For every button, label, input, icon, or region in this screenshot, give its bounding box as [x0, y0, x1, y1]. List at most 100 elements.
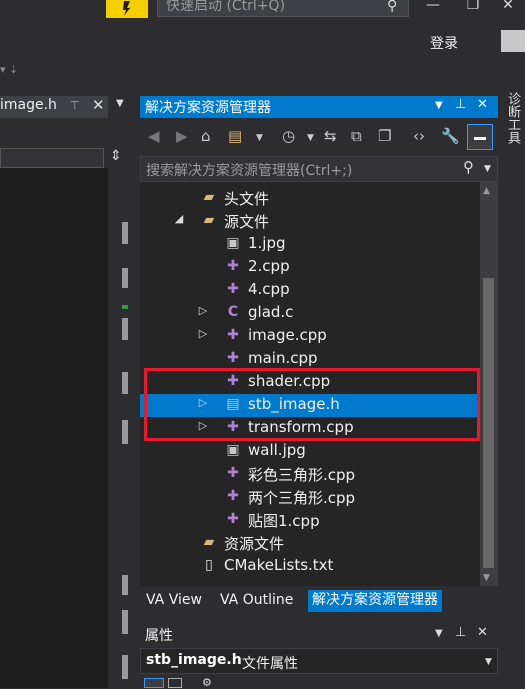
- tree-item-label: CMakeLists.txt: [224, 556, 334, 574]
- scroll-down-icon[interactable]: ▼: [483, 573, 490, 583]
- pin-icon[interactable]: ⊥: [455, 625, 466, 640]
- window-position-dropdown-icon[interactable]: ▼: [435, 100, 443, 111]
- close-tab-icon[interactable]: ✕: [92, 96, 105, 114]
- tree-item[interactable]: ✚ 4.cpp: [140, 279, 480, 302]
- alphabetical-icon[interactable]: [168, 678, 182, 688]
- tree-item[interactable]: ✚ 彩色三角形.cpp: [140, 463, 480, 486]
- tab-dropdown-icon[interactable]: ▼: [116, 98, 124, 109]
- tree-item[interactable]: ▷ ✚ image.cpp: [140, 325, 480, 348]
- editor-tab-label: image.h: [0, 97, 57, 113]
- tree-item-label: 两个三角形.cpp: [248, 489, 356, 507]
- folder-icon: ▰: [203, 189, 215, 205]
- tree-item-label: 源文件: [224, 213, 270, 231]
- pin-icon[interactable]: ⊤: [70, 99, 80, 112]
- cpp-file-icon: ✚: [227, 258, 239, 274]
- quick-launch-input[interactable]: 快速启动 (Ctrl+Q): [157, 0, 409, 17]
- tab-va-outline[interactable]: VA Outline: [216, 590, 297, 612]
- tab-solution-explorer[interactable]: 解决方案资源管理器: [308, 590, 442, 612]
- views-dropdown-icon[interactable]: ▼: [256, 133, 263, 143]
- collapse-all-icon[interactable]: ⧉: [351, 127, 362, 145]
- scroll-marker: [122, 305, 128, 309]
- toolbar-overflow-icon[interactable]: ▾ ⇣: [0, 63, 18, 76]
- tree-item-label: 头文件: [224, 190, 270, 208]
- tree-item[interactable]: ▷ Cglad.c: [140, 302, 480, 325]
- close-button[interactable]: ✕: [495, 0, 521, 13]
- preview-selected-items-button[interactable]: [467, 124, 493, 150]
- scroll-marker: [122, 655, 128, 679]
- close-icon[interactable]: ✕: [477, 625, 488, 640]
- selected-object-name: stb_image.h: [146, 652, 242, 668]
- side-tool-strip: [500, 86, 525, 688]
- vs-logo-icon: [106, 0, 148, 18]
- properties-wrench-icon[interactable]: 🔧: [441, 127, 460, 145]
- cpp-file-icon: ✚: [227, 488, 239, 504]
- image-file-icon: ▣: [226, 442, 240, 458]
- tree-scrollbar-thumb[interactable]: [483, 278, 494, 568]
- diagnostic-tools-tab[interactable]: 诊断工具: [504, 92, 520, 144]
- home-icon[interactable]: ⌂: [201, 127, 211, 145]
- forward-icon[interactable]: ▶: [176, 127, 188, 145]
- editor-navigation-bar[interactable]: [0, 148, 104, 168]
- tree-item[interactable]: ✚ 贴图1.cpp: [140, 509, 480, 532]
- switch-views-icon[interactable]: ▤: [228, 127, 242, 145]
- tree-item[interactable]: ▣ wall.jpg: [140, 440, 480, 463]
- solution-explorer-title: 解决方案资源管理器: [145, 100, 271, 116]
- user-icon[interactable]: [501, 30, 525, 52]
- pin-icon[interactable]: ⊥: [455, 97, 466, 112]
- cpp-file-icon: ✚: [227, 281, 239, 297]
- properties-title: 属性: [145, 628, 173, 644]
- show-all-files-icon[interactable]: ❐: [378, 127, 391, 145]
- tree-item[interactable]: ✚ 两个三角形.cpp: [140, 486, 480, 509]
- scroll-up-icon[interactable]: ▲: [483, 186, 490, 196]
- expand-arrow-icon[interactable]: ▷: [196, 327, 210, 340]
- tree-item[interactable]: ✚ 2.cpp: [140, 256, 480, 279]
- expand-arrow-icon[interactable]: ▷: [196, 304, 210, 317]
- split-icon[interactable]: ⇕: [110, 148, 122, 164]
- scroll-marker: [122, 318, 128, 340]
- property-pages-icon[interactable]: ⚙: [202, 676, 212, 689]
- tab-va-view[interactable]: VA View: [142, 590, 206, 612]
- search-placeholder: 搜索解决方案资源管理器(Ctrl+;): [146, 163, 353, 179]
- selector-dropdown-icon[interactable]: ▼: [485, 657, 492, 667]
- tree-item-label: 2.cpp: [248, 257, 290, 275]
- tree-item-label: 4.cpp: [248, 280, 290, 298]
- close-icon[interactable]: ✕: [477, 97, 488, 112]
- collapse-arrow-icon[interactable]: ◢: [172, 212, 186, 225]
- scroll-marker: [122, 222, 128, 244]
- cpp-file-icon: ✚: [227, 465, 239, 481]
- search-options-dropdown-icon[interactable]: ▼: [484, 164, 491, 174]
- tree-item[interactable]: ▰ 资源文件: [140, 532, 480, 555]
- cpp-file-icon: ✚: [227, 327, 239, 343]
- window-position-dropdown-icon[interactable]: ▼: [435, 628, 443, 639]
- sign-in-link[interactable]: 登录: [430, 33, 458, 53]
- tree-item-label: wall.jpg: [248, 441, 306, 459]
- tree-item-label: 资源文件: [224, 535, 285, 553]
- minimize-button[interactable]: —: [420, 0, 446, 13]
- properties-toolbar: ⚙: [140, 676, 498, 689]
- tree-item[interactable]: ▰ 头文件: [140, 187, 480, 210]
- tree-item[interactable]: ▯ CMakeLists.txt: [140, 555, 480, 578]
- tree-item-label: main.cpp: [248, 349, 318, 367]
- maximize-button[interactable]: ❐: [460, 0, 486, 13]
- pending-dropdown-icon[interactable]: ▼: [307, 133, 314, 143]
- back-icon[interactable]: ◀: [148, 127, 160, 145]
- tree-item-label: glad.c: [248, 303, 294, 321]
- tree-item[interactable]: ◢ ▰ 源文件: [140, 210, 480, 233]
- categorized-icon[interactable]: [144, 678, 164, 688]
- search-icon[interactable]: ⚲: [387, 0, 397, 14]
- scroll-marker: [122, 575, 128, 595]
- pending-changes-icon[interactable]: ◷: [282, 127, 295, 145]
- sync-icon[interactable]: ⇆: [324, 127, 337, 145]
- code-editor[interactable]: [0, 168, 108, 688]
- view-code-icon[interactable]: ‹›: [413, 127, 425, 145]
- highlight-annotation: [144, 368, 480, 441]
- tree-item-label: 彩色三角形.cpp: [248, 466, 356, 484]
- search-icon[interactable]: ⚲: [463, 158, 474, 176]
- cpp-file-icon: ✚: [227, 511, 239, 527]
- cpp-file-icon: ✚: [227, 350, 239, 366]
- folder-icon: ▰: [203, 534, 215, 550]
- tree-item-label: 1.jpg: [248, 234, 286, 252]
- properties-title-bar[interactable]: [140, 623, 498, 645]
- scroll-marker: [122, 610, 128, 634]
- tree-item[interactable]: ▣ 1.jpg: [140, 233, 480, 256]
